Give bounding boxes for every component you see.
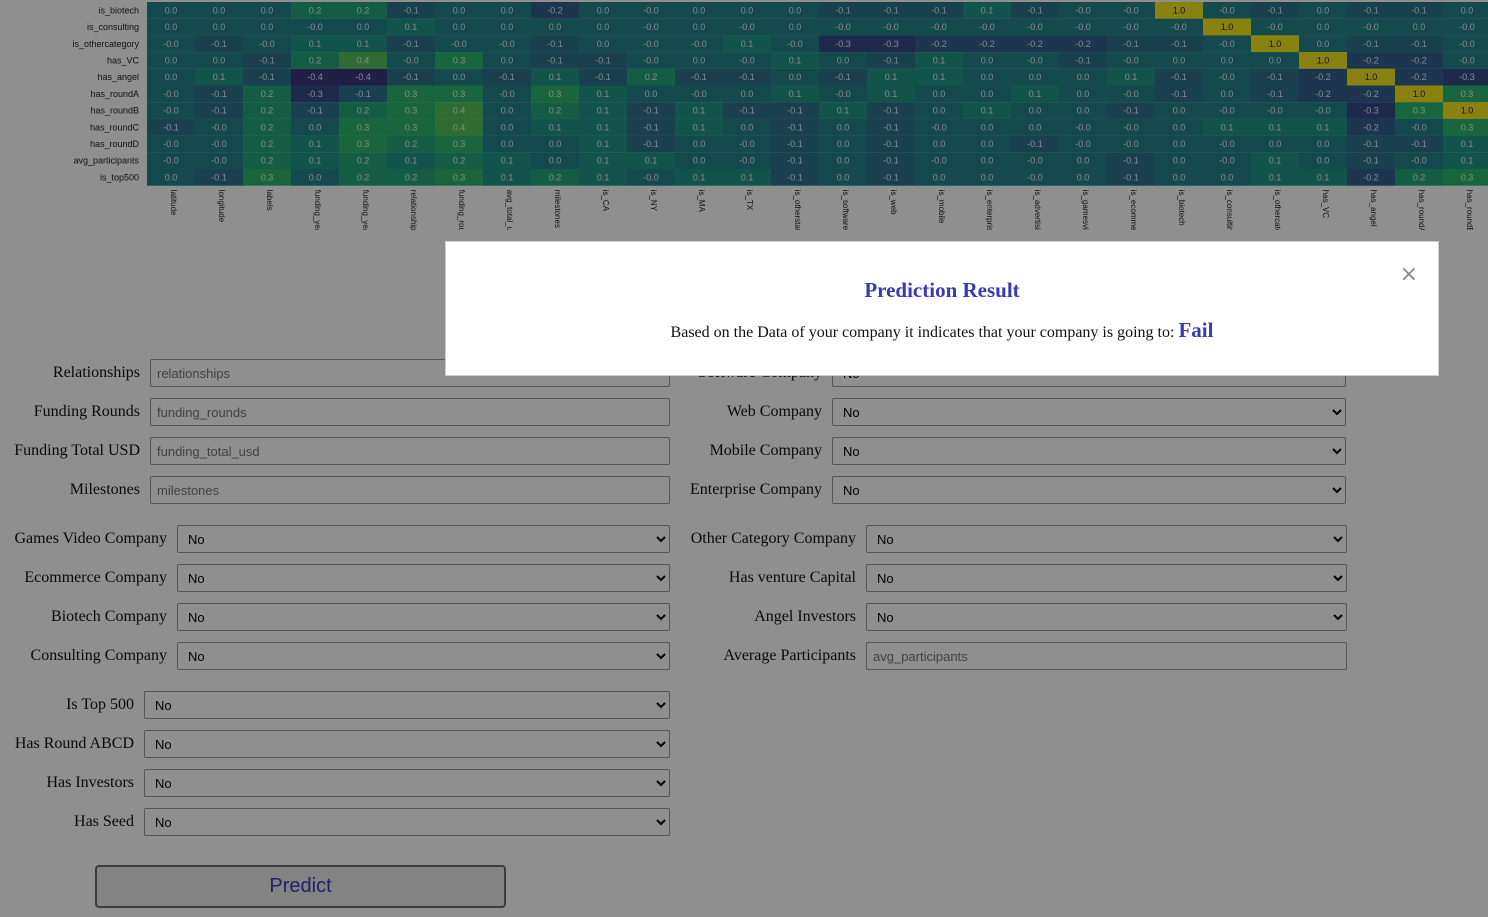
modal-title: Prediction Result — [864, 278, 1020, 302]
prediction-result-modal: × Prediction Result Based on the Data of… — [445, 241, 1439, 376]
modal-overlay[interactable] — [0, 0, 1488, 917]
modal-message: Based on the Data of your company it ind… — [446, 318, 1438, 343]
prediction-result-value: Fail — [1178, 318, 1214, 342]
modal-message-text: Based on the Data of your company it ind… — [670, 324, 1175, 341]
